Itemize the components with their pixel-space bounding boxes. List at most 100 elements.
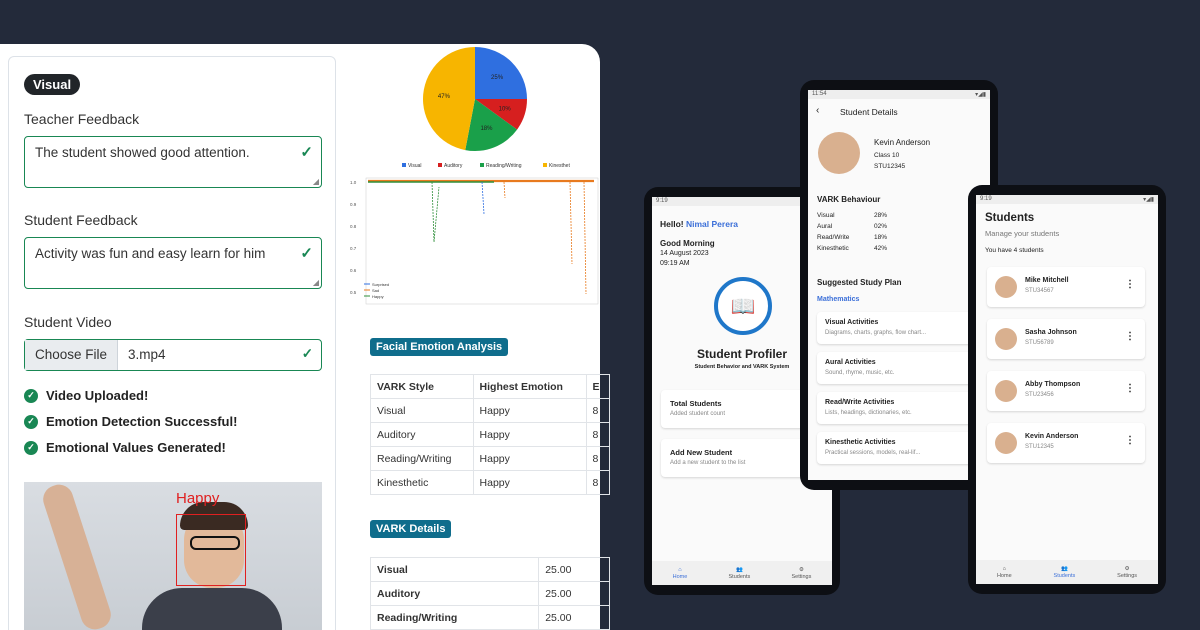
choose-file-button[interactable]: Choose File [25,340,119,370]
home-icon: ⌂ [678,566,682,573]
teacher-feedback-text: The student showed good attention. [35,145,250,160]
more-vert-icon[interactable]: ⋮ [1125,331,1135,342]
emotion-label: Happy [176,490,220,507]
avatar [995,328,1017,350]
student-list-item[interactable]: Sasha Johnson STU56789 ⋮ [987,319,1145,359]
phone-students: 9:19 ▾◢▮ Students Manage your students Yo… [968,185,1166,594]
activity-card[interactable]: Read/Write Activities Lists, headings, di… [817,392,977,424]
page-subtitle: Manage your students [985,229,1060,238]
valid-check-icon: ✓ [300,144,313,161]
y-tick-label: 0.6 [350,268,357,273]
vark-row: Read/Write 18% [817,234,887,241]
back-arrow-icon[interactable]: ‹ [816,105,819,116]
y-tick-label: 0.8 [350,224,357,229]
nav-students[interactable]: 👥 Students [729,567,751,580]
resize-handle-icon[interactable]: ◢ [313,177,319,186]
activity-card[interactable]: Visual Activities Diagrams, charts, graph… [817,312,977,344]
vark-row: Visual 28% [817,212,887,219]
gear-icon: ⚙ [798,566,804,573]
pie-slice-visual [475,47,527,99]
vark-list: Visual 28% Aural 02% Read/Write 18% Kinestheti… [817,212,887,256]
clock: 09:19 AM [660,260,690,267]
y-tick-label: 1.0 [350,180,357,185]
more-vert-icon[interactable]: ⋮ [1125,435,1135,446]
nav-home[interactable]: ⌂ Home [673,567,688,580]
teacher-feedback-textarea[interactable]: The student showed good attention. ✓ ◢ [24,136,322,188]
student-list-item[interactable]: Abby Thompson STU23456 ⋮ [987,371,1145,411]
y-tick-label: 0.9 [350,202,357,207]
people-icon: 👥 [735,566,743,573]
legend-label: Sad [372,288,379,293]
table-row: Visual Happy 8 [370,398,611,423]
nav-settings[interactable]: ⚙ Settings [791,567,811,580]
activity-card[interactable]: Aural Activities Sound, rhyme, music, etc… [817,352,977,384]
table-row: Reading/Writing Happy 8 [370,446,611,471]
avatar [995,380,1017,402]
vark-style-pill: Visual [24,74,81,95]
avatar [995,432,1017,454]
status-video-uploaded: ✓ Video Uploaded! [24,388,148,403]
face-bounding-box [176,514,246,586]
student-list-item[interactable]: Kevin Anderson STU12345 ⋮ [987,423,1145,463]
vark-row: Aural 02% [817,223,887,230]
gear-icon: ⚙ [1124,565,1130,572]
status-values-generated: ✓ Emotional Values Generated! [24,440,226,455]
more-vert-icon[interactable]: ⋮ [1125,279,1135,290]
nav-settings[interactable]: ⚙ Settings [1117,566,1137,579]
app-logo-icon: 📖 [714,277,772,335]
y-tick-label: 0.5 [350,290,357,295]
plan-title: Suggested Study Plan [817,278,902,287]
legend-label: Happy [372,294,384,299]
student-video-label: Student Video [24,314,112,330]
student-feedback-label: Student Feedback [24,212,138,228]
facial-emotion-tag: Facial Emotion Analysis [370,338,509,356]
vark-row: Kinesthetic 42% [817,245,887,252]
student-count: You have 4 students [985,247,1044,254]
avatar [995,276,1017,298]
vark-title: VARK Behaviour [817,195,881,204]
resize-handle-icon[interactable]: ◢ [313,278,319,287]
nav-home[interactable]: ⌂ Home [997,566,1012,579]
video-file-input[interactable]: Choose File 3.mp4 ✓ [24,339,322,371]
valid-check-icon: ✓ [300,245,313,262]
legend-swatch [543,163,547,167]
status-bar: 11:54 ▾◢▮ [808,90,990,99]
pie-data-label: 47% [438,94,451,100]
legend-label: Kinesthetic [549,163,570,169]
more-vert-icon[interactable]: ⋮ [1125,383,1135,394]
detection-video-frame: Happy [24,482,322,630]
total-students-tile[interactable]: Total Students Added student count [661,390,823,428]
student-id: STU12345 [874,163,906,170]
table-row: Kinesthetic Happy 8 [370,470,611,495]
status-bar: 9:19▾◢▮ [976,195,1158,204]
y-tick-label: 0.7 [350,246,357,251]
file-name: 3.mp4 [128,347,166,362]
status-emotion-detected: ✓ Emotion Detection Successful! [24,414,237,429]
line-chart-legend: SurprisedSadHappy [364,282,389,299]
nav-students[interactable]: 👥 Students [1054,566,1076,579]
pie-data-label: 18% [480,126,493,132]
table-row: Auditory 25.00 [369,581,610,606]
vark-details-table: Visual 25.00 Auditory 25.00 Reading/Writin… [369,557,610,630]
legend-label: Visual [408,163,422,169]
pie-data-label: 10% [499,107,512,113]
table-row: Auditory Happy 8 [370,422,611,447]
legend-label: Auditory [444,163,463,169]
add-student-tile[interactable]: Add New Student Add a new student to the… [661,439,823,477]
student-feedback-textarea[interactable]: Activity was fun and easy learn for him … [24,237,322,289]
check-circle-icon: ✓ [24,414,38,429]
table-row: Visual 25.00 [369,557,610,582]
legend-swatch [402,163,406,167]
activity-card[interactable]: Kinesthetic Activities Practical sessions… [817,432,977,464]
date: 14 August 2023 [660,250,709,257]
vark-details-tag: VARK Details [370,520,452,538]
subject-label: Mathematics [817,296,860,303]
valid-check-icon: ✓ [301,346,313,361]
home-icon: ⌂ [1002,565,1006,572]
student-name: Kevin Anderson [874,138,931,147]
student-feedback-text: Activity was fun and easy learn for him [35,246,266,261]
emotion-line-chart: 1.0 0.9 0.8 0.7 0.6 0.5 SurprisedSadHappy [350,177,599,305]
student-list-item[interactable]: Mike Mitchell STU34567 ⋮ [987,267,1145,307]
legend-swatch [438,163,442,167]
salutation: Good Morning [660,239,715,248]
